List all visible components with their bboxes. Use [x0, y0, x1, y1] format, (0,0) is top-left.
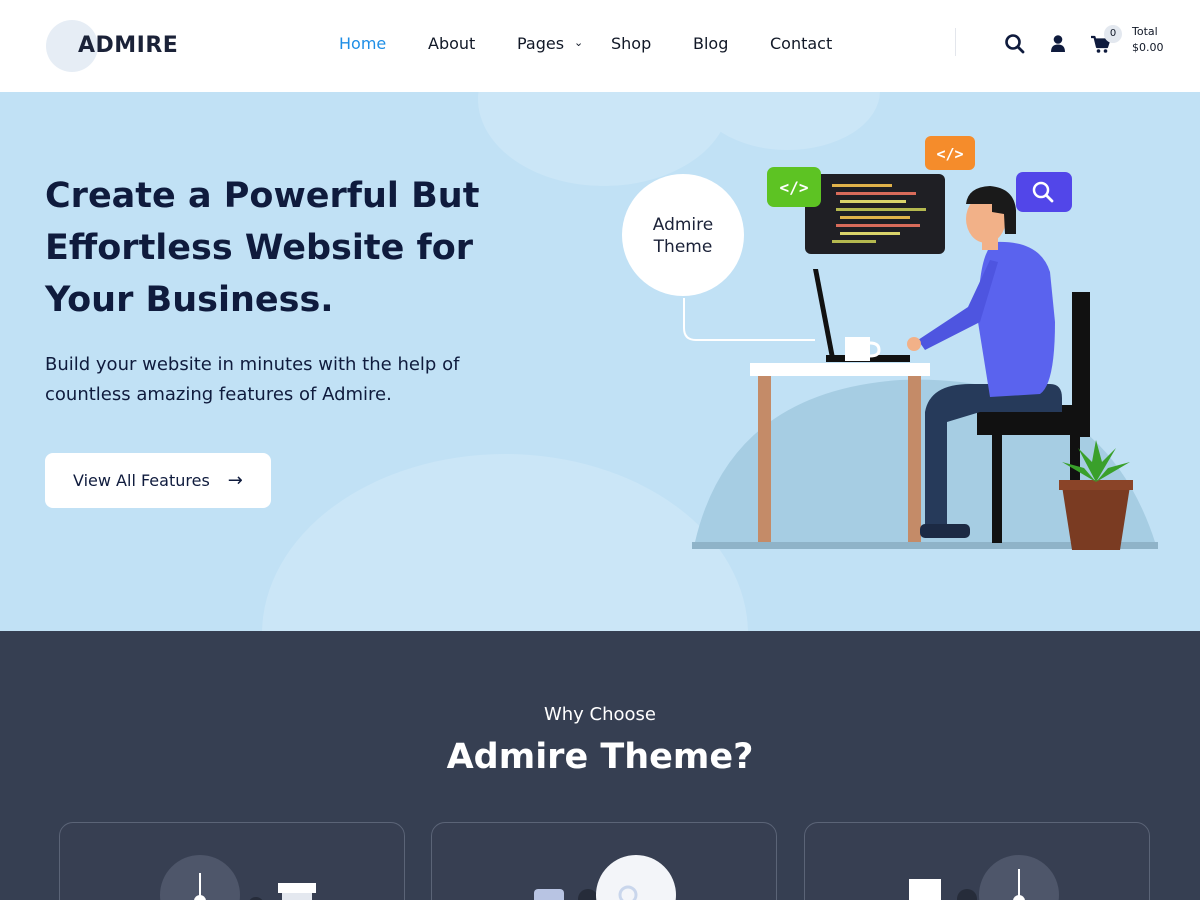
bubble-text-line1: Admire [653, 215, 713, 235]
hero-section: Create a Powerful But Effortless Website… [0, 92, 1200, 631]
view-all-features-button[interactable]: View All Features → [45, 453, 271, 508]
why-title: Admire Theme? [446, 737, 754, 777]
coffee-mug [845, 337, 870, 361]
feature-card-illustration [909, 855, 1059, 900]
admire-theme-bubble [622, 174, 744, 296]
chevron-down-icon[interactable]: ⌄ [574, 36, 583, 49]
why-choose-section: Why Choose Admire Theme? [0, 631, 1200, 900]
bubble-connector [683, 298, 815, 341]
feature-card[interactable] [804, 822, 1150, 900]
plant-pot [1062, 486, 1130, 550]
header-divider [955, 28, 956, 56]
nav-item-contact[interactable]: Contact [770, 34, 832, 53]
cart-total-label: Total [1132, 25, 1158, 38]
search-tag-icon [1016, 172, 1072, 212]
svg-text:</>: </> [780, 178, 809, 197]
hero-subtitle: Build your website in minutes with the h… [45, 354, 460, 405]
view-all-features-label: View All Features [73, 471, 210, 490]
user-icon[interactable] [1047, 33, 1069, 55]
person-shoe [920, 524, 970, 538]
person-hand [907, 337, 921, 351]
feature-card[interactable] [431, 822, 777, 900]
svg-text:</>: </> [936, 145, 963, 163]
site-logo[interactable]: ADMIRE [46, 20, 206, 74]
bubble-text-line2: Theme [653, 237, 713, 257]
feature-card[interactable] [59, 822, 405, 900]
site-header: ADMIRE Home About Pages ⌄ Shop Blog Cont… [0, 0, 1200, 92]
hero-title: Create a Powerful But Effortless Website… [45, 176, 480, 320]
cart-count-badge: 0 [1104, 25, 1122, 43]
nav-item-blog[interactable]: Blog [693, 34, 728, 53]
nav-item-about[interactable]: About [428, 34, 475, 53]
cart-total[interactable]: Total $0.00 [1132, 24, 1164, 56]
desk-top [750, 363, 930, 376]
logo-text: ADMIRE [78, 33, 179, 58]
laptop-screen [813, 269, 835, 358]
chair-leg [992, 435, 1002, 543]
desk-leg-left [758, 376, 771, 542]
nav-item-pages[interactable]: Pages [517, 34, 564, 53]
feature-card-illustration [160, 855, 316, 900]
nav-item-home[interactable]: Home [339, 34, 386, 53]
arrow-right-icon: → [227, 470, 243, 491]
why-kicker: Why Choose [543, 704, 657, 725]
search-icon[interactable] [1004, 33, 1026, 55]
desk-leg-right [908, 376, 921, 542]
nav-item-shop[interactable]: Shop [611, 34, 651, 53]
feature-card-illustration [534, 855, 676, 900]
hero-illustration: Admire Theme </> </> [622, 136, 1158, 550]
cart-total-value: $0.00 [1132, 41, 1164, 54]
